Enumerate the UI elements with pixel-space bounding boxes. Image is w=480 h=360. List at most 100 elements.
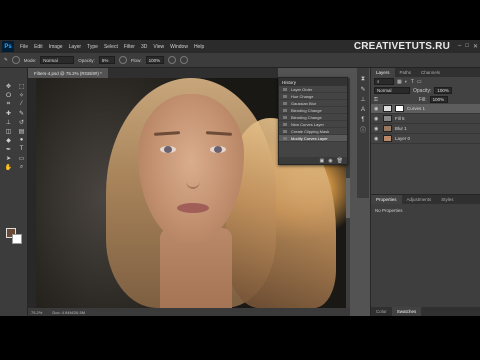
info-panel-icon[interactable]: ⓘ: [360, 126, 367, 134]
tab-swatches[interactable]: Swatches: [391, 307, 422, 316]
mode-label: Mode:: [23, 57, 37, 63]
zoom-level[interactable]: 75.2%: [31, 310, 42, 315]
mode-select[interactable]: Normal: [40, 56, 75, 64]
pressure-opacity-icon[interactable]: [118, 56, 127, 64]
history-panel-icon[interactable]: ⧗: [360, 76, 367, 83]
menu-view[interactable]: View: [150, 44, 167, 50]
camera-snapshot-icon[interactable]: ◉: [328, 158, 332, 164]
filter-pixel-icon[interactable]: ▦: [397, 79, 402, 85]
visibility-eye-icon[interactable]: ◉: [374, 136, 380, 142]
path-select-icon[interactable]: ➤: [3, 154, 14, 162]
paragraph-panel-icon[interactable]: ¶: [360, 116, 367, 123]
tab-channels[interactable]: Channels: [416, 68, 445, 77]
history-item[interactable]: Gaussian Blur: [279, 100, 347, 107]
quick-select-tool-icon[interactable]: ✧: [16, 91, 27, 99]
filter-type-icon[interactable]: T: [411, 79, 414, 85]
tab-layers[interactable]: Layers: [371, 68, 395, 77]
menu-file[interactable]: File: [17, 44, 31, 50]
menu-image[interactable]: Image: [46, 44, 66, 50]
layer-row[interactable]: ◉ Curves 1: [371, 104, 480, 114]
lasso-tool-icon[interactable]: ⵔ: [3, 91, 14, 99]
new-document-from-state-icon[interactable]: ▣: [320, 158, 325, 164]
visibility-eye-icon[interactable]: ◉: [374, 116, 380, 122]
visibility-eye-icon[interactable]: ◉: [374, 126, 380, 132]
filter-adjust-icon[interactable]: ◐: [405, 79, 408, 85]
menu-select[interactable]: Select: [101, 44, 121, 50]
character-panel-icon[interactable]: A: [360, 106, 367, 113]
brush-tool-icon[interactable]: ✎: [16, 109, 27, 117]
eraser-tool-icon[interactable]: ◫: [3, 127, 14, 135]
background-color[interactable]: [12, 234, 22, 244]
menu-filter[interactable]: Filter: [121, 44, 138, 50]
hand-tool-icon[interactable]: ✋: [3, 163, 14, 171]
layer-fill-input[interactable]: 100%: [429, 96, 448, 103]
right-eye: [210, 146, 226, 153]
close-icon[interactable]: ✕: [473, 43, 478, 50]
layer-mask-thumbnail[interactable]: [395, 105, 404, 112]
pressure-size-icon[interactable]: [179, 56, 188, 64]
menu-type[interactable]: Type: [84, 44, 101, 50]
menu-bar: Ps File Edit Image Layer Type Select Fil…: [0, 40, 480, 53]
trash-icon[interactable]: 🗑: [337, 158, 343, 164]
menu-layer[interactable]: Layer: [66, 44, 85, 50]
layer-row[interactable]: ◉ Blur 1: [371, 124, 480, 134]
dodge-tool-icon[interactable]: ●: [16, 136, 27, 144]
zoom-tool-icon[interactable]: ⌕: [16, 163, 27, 171]
doc-info: Doc: 4.94M/26.5M: [52, 309, 86, 315]
layer-opacity-input[interactable]: 100%: [434, 87, 453, 94]
shape-tool-icon[interactable]: ▭: [16, 154, 27, 162]
filter-shape-icon[interactable]: ▭: [417, 79, 422, 85]
flow-input[interactable]: 100%: [145, 56, 164, 64]
scrollbar-thumb[interactable]: [346, 178, 350, 218]
brush-panel-icon[interactable]: ✎: [360, 86, 367, 93]
menu-help[interactable]: Help: [191, 44, 207, 50]
history-brush-icon[interactable]: ↺: [16, 118, 27, 126]
brush-tool-icon[interactable]: ✎: [4, 57, 8, 63]
blur-tool-icon[interactable]: ◆: [3, 136, 14, 144]
tab-properties[interactable]: Properties: [371, 195, 402, 204]
move-tool-icon[interactable]: ✥: [3, 82, 14, 90]
history-item[interactable]: Create Clipping Mask: [279, 128, 347, 135]
airbrush-icon[interactable]: [167, 56, 176, 64]
gradient-tool-icon[interactable]: ▤: [16, 127, 27, 135]
pen-tool-icon[interactable]: ✒: [3, 145, 14, 153]
layer-name[interactable]: Blur 1: [395, 126, 407, 131]
tab-styles[interactable]: Styles: [436, 195, 458, 204]
type-tool-icon[interactable]: T: [16, 145, 27, 153]
color-swatches[interactable]: [6, 228, 24, 246]
blend-mode-select[interactable]: Normal: [374, 87, 410, 94]
opacity-input[interactable]: 5%: [98, 56, 115, 64]
layer-row[interactable]: ◉ Fill 5: [371, 114, 480, 124]
brush-preset-icon[interactable]: [11, 56, 20, 64]
history-item[interactable]: Blending Change: [279, 114, 347, 121]
layer-name[interactable]: Fill 5: [395, 116, 405, 121]
history-title[interactable]: History: [279, 78, 347, 86]
document-tab[interactable]: Filters-4.psd @ 75.2% (RGB/8#) *: [28, 68, 108, 78]
layer-name[interactable]: Layer 0: [395, 136, 410, 141]
maximize-icon[interactable]: □: [465, 43, 469, 50]
history-item[interactable]: Hue Change: [279, 93, 347, 100]
history-item[interactable]: New Curves Layer: [279, 121, 347, 128]
status-bar: 75.2% Doc: 4.94M/26.5M: [28, 308, 350, 316]
layer-filter-kind[interactable]: ⌕: [374, 78, 394, 85]
clone-source-icon[interactable]: ⊥: [360, 96, 367, 103]
history-item[interactable]: Layer Order: [279, 86, 347, 93]
crop-tool-icon[interactable]: ⌗: [3, 100, 14, 108]
minimize-icon[interactable]: –: [458, 43, 461, 50]
visibility-eye-icon[interactable]: ◉: [374, 106, 380, 112]
layer-row[interactable]: ◉ Layer 0: [371, 134, 480, 144]
tab-paths[interactable]: Paths: [395, 68, 417, 77]
layer-name[interactable]: Curves 1: [407, 106, 425, 111]
healing-tool-icon[interactable]: ✚: [3, 109, 14, 117]
history-item-active[interactable]: Modify Curves Layer: [279, 135, 347, 142]
eyedropper-tool-icon[interactable]: ⁄: [16, 100, 27, 108]
marquee-tool-icon[interactable]: ⬚: [16, 82, 27, 90]
stamp-tool-icon[interactable]: ⊥: [3, 118, 14, 126]
layers-tabs: Layers Paths Channels: [371, 68, 480, 77]
menu-3d[interactable]: 3D: [138, 44, 150, 50]
history-item[interactable]: Blending Change: [279, 107, 347, 114]
tab-adjustments[interactable]: Adjustments: [402, 195, 437, 204]
menu-window[interactable]: Window: [167, 44, 191, 50]
menu-edit[interactable]: Edit: [31, 44, 46, 50]
tab-color[interactable]: Color: [371, 307, 392, 316]
